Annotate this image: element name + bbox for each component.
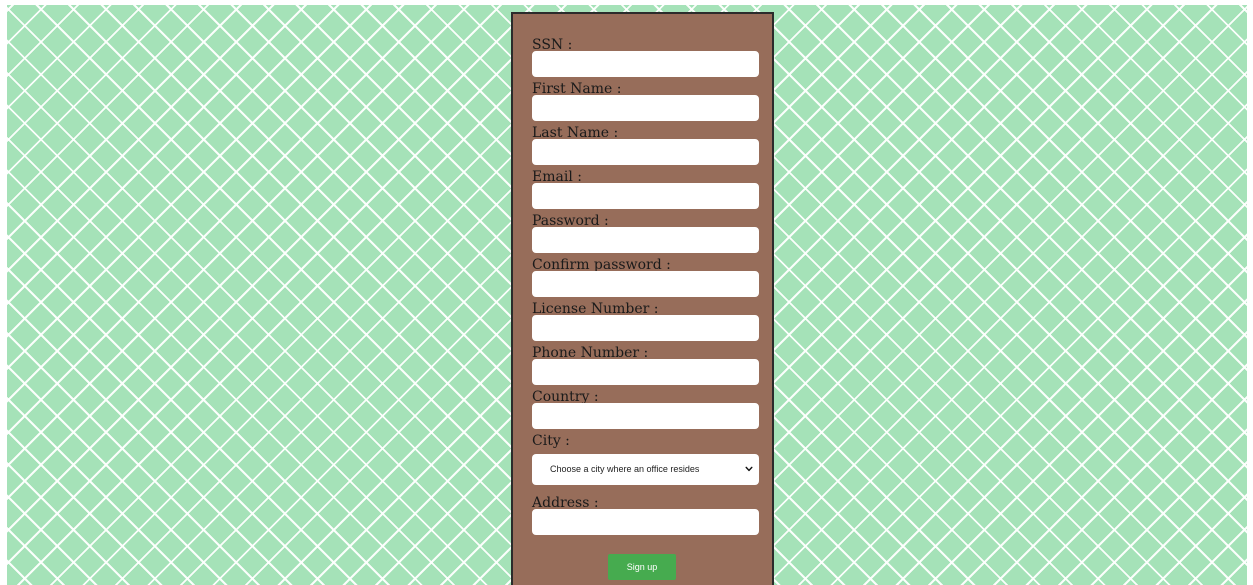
chevron-down-icon: [745, 466, 753, 472]
license-number-input[interactable]: [532, 315, 759, 341]
city-select-value: Choose a city where an office resides: [550, 464, 700, 474]
sign-up-button[interactable]: Sign up: [608, 554, 676, 580]
confirm-password-input[interactable]: [532, 271, 759, 297]
email-input[interactable]: [532, 183, 759, 209]
first-name-input[interactable]: [532, 95, 759, 121]
city-label: City :: [532, 433, 570, 449]
page-top-edge: [0, 0, 1253, 5]
signup-form: SSN : First Name : Last Name : Email : P…: [511, 12, 774, 585]
ssn-input[interactable]: [532, 51, 759, 77]
last-name-input[interactable]: [532, 139, 759, 165]
password-input[interactable]: [532, 227, 759, 253]
country-input[interactable]: [532, 403, 759, 429]
page-left-edge: [0, 0, 7, 585]
page-right-edge: [1247, 0, 1253, 585]
city-select[interactable]: Choose a city where an office resides: [532, 454, 759, 485]
address-input[interactable]: [532, 509, 759, 535]
phone-number-input[interactable]: [532, 359, 759, 385]
